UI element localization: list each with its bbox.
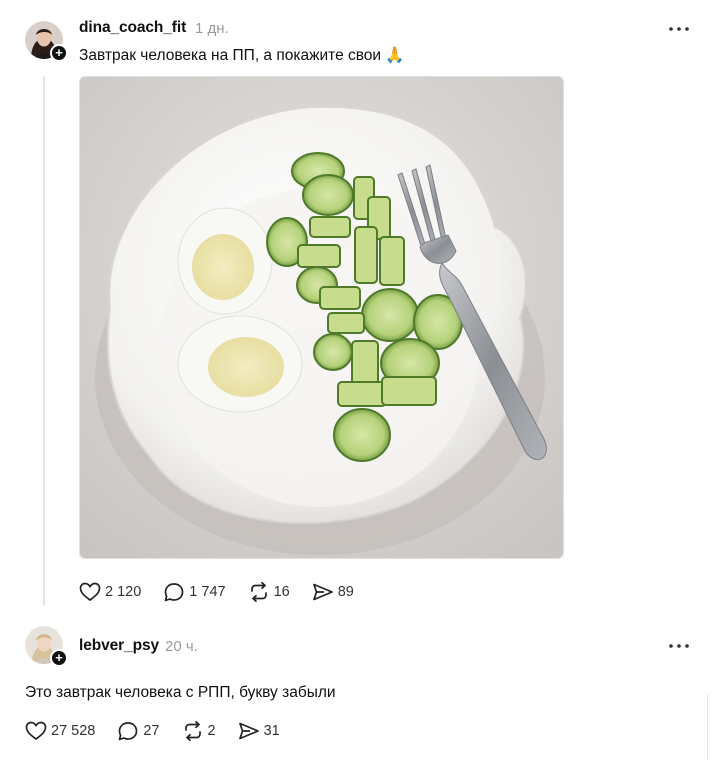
share-button[interactable]: 89 bbox=[312, 582, 354, 602]
comment-count: 1 747 bbox=[189, 584, 226, 600]
post-2: + lebver_psy 20 ч. Это завтрак человека … bbox=[0, 620, 712, 760]
more-dots-icon[interactable] bbox=[667, 19, 691, 39]
like-button[interactable]: 27 528 bbox=[25, 721, 95, 741]
post-actions: 27 528 27 2 31 bbox=[25, 721, 302, 741]
plate-image bbox=[80, 77, 563, 558]
heart-icon bbox=[79, 582, 101, 602]
post-text: Это завтрак человека с РПП, букву забыли bbox=[25, 684, 336, 701]
speech-bubble-icon bbox=[119, 722, 138, 741]
username[interactable]: lebver_psy bbox=[79, 637, 159, 655]
post-image[interactable] bbox=[79, 76, 564, 559]
thread-line bbox=[43, 76, 45, 606]
comment-button[interactable]: 27 bbox=[117, 721, 160, 741]
repost-count: 2 bbox=[207, 723, 216, 739]
post-text: Завтрак человека на ПП, а покажите свои … bbox=[79, 46, 405, 65]
post-text-content: Завтрак человека на ПП, а покажите свои bbox=[79, 47, 382, 64]
heart-icon bbox=[25, 721, 47, 741]
repost-arrows-icon bbox=[250, 582, 267, 602]
repost-button[interactable]: 2 bbox=[182, 721, 216, 741]
more-dots-icon[interactable] bbox=[667, 636, 691, 656]
like-count: 27 528 bbox=[51, 723, 96, 739]
next-item-edge bbox=[707, 694, 712, 760]
like-count: 2 120 bbox=[105, 584, 142, 600]
follow-plus-icon[interactable]: + bbox=[50, 44, 68, 62]
speech-bubble-icon bbox=[164, 583, 184, 602]
share-button[interactable]: 31 bbox=[238, 721, 280, 741]
post-1: + dina_coach_fit 1 дн. Завтрак человека … bbox=[0, 0, 712, 620]
repost-count: 16 bbox=[273, 584, 290, 600]
comment-button[interactable]: 1 747 bbox=[163, 582, 226, 602]
follow-plus-icon[interactable]: + bbox=[50, 649, 68, 667]
timestamp: 1 дн. bbox=[195, 20, 229, 37]
praying-hands-emoji: 🙏 bbox=[385, 47, 405, 64]
comment-count: 27 bbox=[143, 723, 160, 739]
send-icon bbox=[238, 722, 259, 740]
timestamp: 20 ч. bbox=[165, 638, 198, 655]
like-button[interactable]: 2 120 bbox=[79, 582, 141, 602]
username[interactable]: dina_coach_fit bbox=[79, 19, 186, 37]
repost-arrows-icon bbox=[184, 721, 201, 741]
post-actions: 2 120 1 747 16 89 bbox=[79, 582, 376, 602]
repost-button[interactable]: 16 bbox=[248, 582, 290, 602]
share-count: 31 bbox=[263, 723, 280, 739]
send-icon bbox=[312, 583, 333, 601]
share-count: 89 bbox=[337, 584, 354, 600]
